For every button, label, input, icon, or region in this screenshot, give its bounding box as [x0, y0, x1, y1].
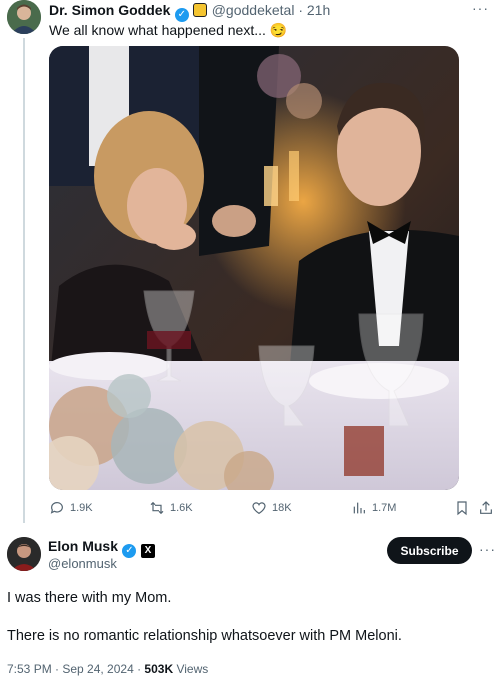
subscribe-button[interactable]: Subscribe — [387, 537, 472, 564]
tweet2-meta: 7:53 PM · Sep 24, 2024 · 503K Views — [7, 662, 208, 676]
views-button[interactable]: 1.7M — [351, 500, 396, 516]
avatar[interactable] — [7, 537, 41, 571]
verified-icon: ✓ — [122, 544, 137, 558]
author-name[interactable]: Elon Musk — [48, 538, 118, 554]
chart-icon — [353, 502, 365, 514]
author-handle[interactable]: @elonmusk — [48, 556, 117, 571]
thread-line — [23, 38, 25, 523]
more-dots-icon[interactable]: ··· — [472, 0, 489, 16]
repost-count: 1.6K — [170, 502, 193, 514]
separator-dot: · — [294, 2, 307, 18]
reply-icon — [50, 502, 63, 514]
tweet2-text-line1: I was there with my Mom. — [7, 590, 172, 606]
share-icon — [480, 501, 492, 514]
photo-illustration — [49, 46, 459, 490]
heart-icon — [252, 502, 266, 515]
affiliate-badge-icon — [193, 3, 208, 17]
avatar[interactable] — [7, 0, 41, 34]
view-count: 1.7M — [372, 502, 397, 514]
repost-icon — [150, 501, 164, 515]
repost-button[interactable]: 1.6K — [149, 500, 193, 516]
more-dots-icon[interactable]: ··· — [479, 541, 496, 557]
like-count: 18K — [272, 502, 292, 514]
tweet-text: We all know what happened next... 😏 — [49, 22, 288, 38]
tweet-timestamp[interactable]: 7:53 PM · Sep 24, 2024 · — [7, 662, 144, 676]
author-handle[interactable]: @goddeketal — [212, 2, 295, 18]
bookmark-icon — [457, 501, 467, 516]
tweet-header: Dr. Simon Goddek ✓ @goddeketal · 21h — [49, 2, 330, 22]
reply-count: 1.9K — [70, 502, 93, 514]
reply-button[interactable]: 1.9K — [49, 500, 93, 516]
tweet2-text-line2: There is no romantic relationship whatso… — [7, 628, 402, 644]
x-logo-icon: X — [140, 544, 155, 558]
views-count: 503K — [144, 662, 174, 676]
like-button[interactable]: 18K — [251, 500, 292, 516]
views-label: Views — [173, 662, 209, 676]
verified-icon: ✓ — [174, 8, 189, 22]
tweet-photo[interactable] — [49, 46, 459, 490]
author-name[interactable]: Dr. Simon Goddek — [49, 2, 170, 18]
bookmark-button[interactable] — [454, 500, 470, 516]
share-button[interactable] — [478, 500, 494, 516]
tweet-time[interactable]: 21h — [307, 2, 330, 18]
tweet2-header: Elon Musk ✓ X — [48, 538, 155, 558]
